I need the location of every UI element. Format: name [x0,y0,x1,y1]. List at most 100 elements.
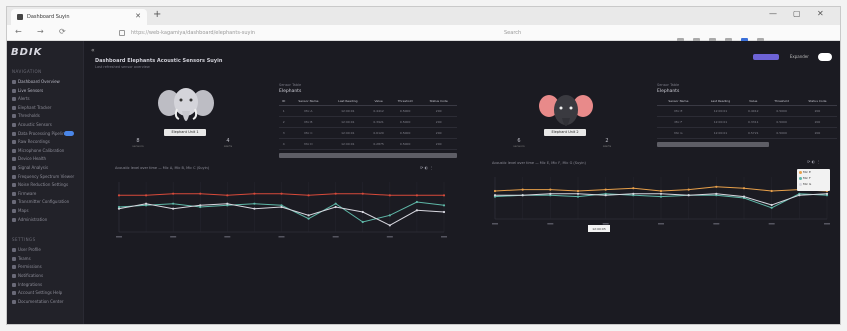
sidebar-item[interactable]: Permissions [12,264,76,270]
tab-title: Dashboard Suyin [27,14,70,20]
back-button[interactable]: ← [15,27,22,36]
sidebar-item[interactable]: Signal Analysis [12,165,76,171]
left-chart-svg [116,182,447,238]
data-point [798,194,801,197]
accent-pill-button[interactable] [752,53,779,60]
minimize-button[interactable]: — [769,9,777,18]
forward-button[interactable]: → [37,27,44,36]
sidebar-item[interactable]: Alerts [12,96,76,102]
data-point [117,194,121,197]
collapse-sidebar-button[interactable]: « [91,47,95,54]
sidebar-item[interactable]: Firmware [12,191,76,197]
column-header[interactable]: Threshold [389,97,421,106]
sidebar-toggle[interactable] [64,131,74,136]
table-cell: 1 [279,105,289,117]
menu-item-icon [12,97,16,102]
sidebar-item[interactable]: Dashboard Overview [12,79,76,85]
table-caption: Sensor Table [657,83,680,87]
url-field[interactable]: https://web-kagamiya/dashboard/elephants… [117,28,447,39]
table-row[interactable]: 1 Mic A 12:00:01 0.4412 0.5000 200 [279,105,457,117]
data-point [659,195,663,198]
theme-toggle[interactable] [818,52,832,61]
data-point [576,189,580,193]
reload-button[interactable]: ⟳ [59,27,66,36]
table-row[interactable]: 4 Mic D 12:00:01 0.2875 0.5000 200 [279,138,457,150]
left-chart-controls[interactable]: ⟳ ◐ ⋮ [420,165,433,170]
x-tick [713,223,720,225]
sidebar-item[interactable]: Integrations [12,282,76,288]
table-cell: 0.2875 [367,138,390,150]
table-cell: 0.5000 [389,138,421,150]
app-logo[interactable]: BDIK [11,47,42,58]
sidebar-item[interactable]: Elephant Tracker [12,105,76,111]
data-point [334,192,337,195]
column-header[interactable]: Sensor Name [288,97,329,106]
table-cell: 3 [279,127,289,139]
table-row[interactable]: Mic F 12:00:01 0.3311 0.5000 200 [657,116,837,128]
expander-label: Expander [789,54,809,59]
table-cell: Mic A [288,105,329,117]
column-header[interactable]: Status Code [797,97,837,106]
close-window-button[interactable]: ✕ [817,9,824,18]
sidebar-item[interactable]: Device Health [12,156,76,162]
data-point [415,209,419,212]
column-header[interactable]: Value [741,97,766,106]
sidebar-item[interactable]: Administration [12,217,76,223]
sidebar-item[interactable]: Microphone Calibration [12,148,76,154]
data-point [117,207,121,210]
column-header[interactable]: Sensor Name [657,97,700,106]
sidebar-item[interactable]: Acoustic Sensors [12,122,76,128]
column-header[interactable]: Threshold [765,97,798,106]
table-cell: 200 [420,116,457,128]
legend-label: Mic F [803,176,811,180]
address-bar: ← → ⟳ https://web-kagamiya/dashboard/ele… [7,25,840,44]
column-header[interactable]: Last Reading [328,97,368,106]
sidebar-item[interactable]: Frequency Spectrum Viewer [12,174,76,180]
maximize-button[interactable]: ▢ [793,9,801,18]
right-chart-controls[interactable]: ⟳ ◐ ⋮ [807,159,820,164]
data-point [493,194,497,197]
table-cell: Mic F [657,116,700,128]
sidebar-item[interactable]: Notifications [12,273,76,279]
sidebar-item[interactable]: User Profile [12,247,76,253]
x-tick [170,236,177,238]
menu-item-icon [12,157,16,162]
legend-entry[interactable]: Mic E [797,170,830,175]
data-point [388,214,391,217]
column-header[interactable]: ID [279,97,289,106]
menu-item-icon [12,291,16,296]
sidebar-item[interactable]: Raw Recordings [12,139,76,145]
table-row[interactable]: 2 Mic B 12:00:01 0.3921 0.5000 200 [279,116,457,128]
new-tab-button[interactable]: + [153,9,161,20]
table-row[interactable]: Mic G 12:00:01 0.5721 0.5000 200 [657,127,837,139]
sidebar-item[interactable]: Teams [12,256,76,262]
browser-tab[interactable]: Dashboard Suyin ✕ [11,9,147,25]
data-point [144,202,148,205]
sidebar-item[interactable]: Live Sensors [12,88,76,94]
table-cell: 0.5000 [389,127,421,139]
legend-entry[interactable]: Mic F [797,176,830,181]
tab-close-icon[interactable]: ✕ [135,12,141,20]
right-sensor-table-panel: Sensor Table Elephants Sensor Name Last R… [657,83,837,147]
table-row[interactable]: 3 Mic C 12:00:01 0.6120 0.5000 200 [279,127,457,139]
table-row[interactable]: Mic E 12:00:01 0.4012 0.5000 200 [657,105,837,117]
search-input[interactable]: Search [492,28,652,39]
sidebar-item[interactable]: Documentation Center [12,299,76,305]
sidebar-item[interactable]: Transmitter Configuration [12,199,76,205]
left-table-scrollbar[interactable] [279,153,457,158]
data-point [442,204,446,207]
column-header[interactable]: Status Code [420,97,457,106]
column-header[interactable]: Value [367,97,390,106]
table-title: Elephants [657,89,680,94]
legend-entry[interactable]: Mic G [797,182,830,187]
data-point [687,188,690,191]
data-point [172,207,175,210]
sidebar-item[interactable]: Maps [12,208,76,214]
right-table-scrollbar[interactable] [657,142,769,147]
sidebar-item[interactable]: Account Settings Help [12,290,76,296]
sidebar-item[interactable]: Thresholds [12,113,76,119]
column-header[interactable]: Last Reading [699,97,742,106]
x-tick [547,223,554,225]
sidebar-section-heading: NAVIGATION [12,69,42,74]
sidebar-item[interactable]: Noise Reduction Settings [12,182,76,188]
